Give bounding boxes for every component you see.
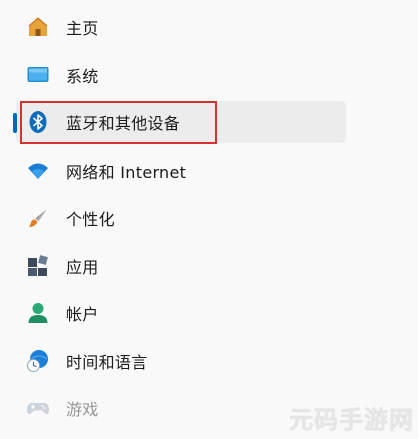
- system-monitor-icon: [26, 63, 50, 87]
- watermark-text: 元码手游网: [289, 406, 414, 434]
- time-language-icon: [26, 349, 50, 373]
- nav-item-bluetooth[interactable]: 蓝牙和其他设备: [16, 101, 346, 143]
- nav-item-label: 游戏: [66, 400, 99, 419]
- apps-icon: [26, 254, 50, 278]
- nav-item-network[interactable]: 网络和 Internet: [16, 150, 346, 192]
- nav-item-accounts[interactable]: 帐户: [16, 292, 346, 334]
- nav-item-label: 应用: [66, 258, 99, 277]
- nav-item-home[interactable]: 主页: [16, 6, 346, 48]
- nav-item-label: 个性化: [66, 210, 115, 229]
- nav-item-label: 蓝牙和其他设备: [66, 114, 181, 133]
- selection-indicator: [13, 113, 17, 133]
- nav-item-label: 时间和语言: [66, 353, 148, 372]
- settings-navigation: 主页 系统 蓝牙和其他设备 网络和 Internet 个性化 应用 帐户 时间和…: [0, 0, 418, 439]
- nav-item-label: 系统: [66, 67, 99, 86]
- bluetooth-icon: [26, 110, 50, 134]
- nav-item-apps[interactable]: 应用: [16, 245, 346, 287]
- nav-item-label: 网络和 Internet: [66, 163, 187, 182]
- account-icon: [26, 301, 50, 325]
- gamepad-icon: [26, 396, 50, 420]
- nav-item-time-language[interactable]: 时间和语言: [16, 340, 346, 382]
- brush-icon: [26, 206, 50, 230]
- nav-item-personalization[interactable]: 个性化: [16, 197, 346, 239]
- home-icon: [26, 15, 50, 39]
- wifi-icon: [26, 159, 50, 183]
- nav-item-label: 帐户: [66, 305, 99, 324]
- nav-item-label: 主页: [66, 19, 99, 38]
- nav-item-system[interactable]: 系统: [16, 54, 346, 96]
